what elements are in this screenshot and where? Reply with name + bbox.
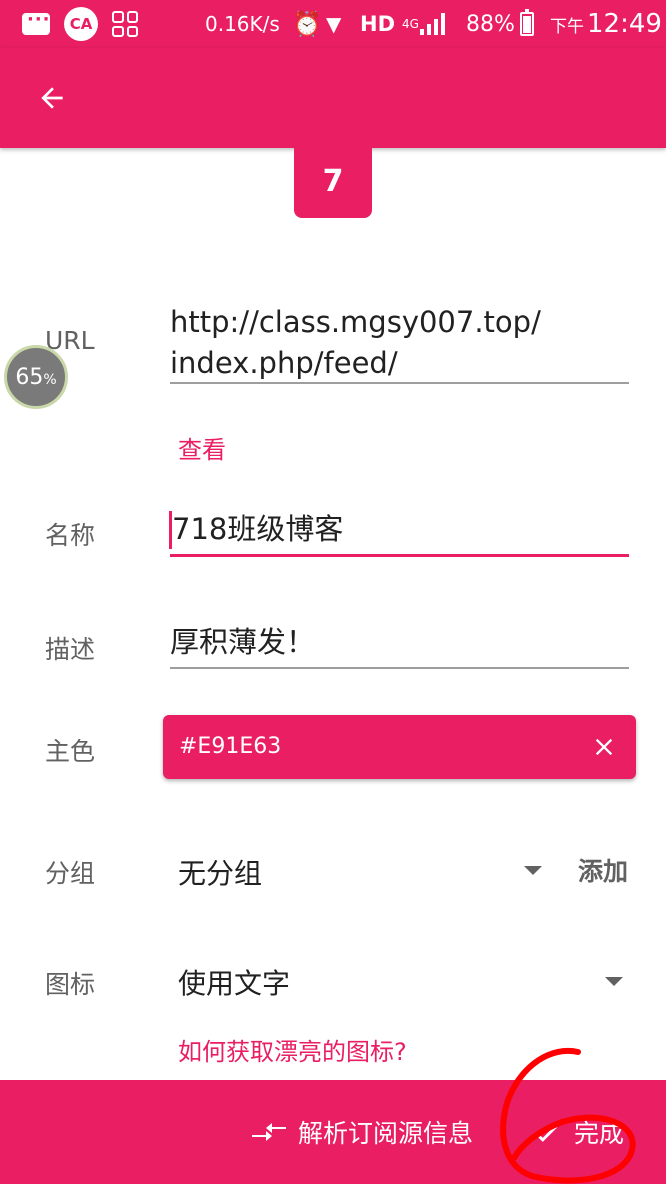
description-input[interactable]: 厚积薄发！ xyxy=(170,622,315,663)
done-button[interactable]: 完成 xyxy=(530,1080,624,1184)
icon-help-link[interactable]: 如何获取漂亮的图标? xyxy=(178,1032,407,1067)
bottom-bar: 解析订阅源信息 完成 xyxy=(0,1080,666,1184)
name-underline xyxy=(170,554,629,557)
app-notification-icon: CA xyxy=(64,0,98,48)
name-label: 名称 xyxy=(45,521,96,550)
clock-period: 下午 xyxy=(550,16,584,37)
clock-time: 12:49 xyxy=(587,9,662,39)
url-input[interactable]: http://class.mgsy007.top/ index.php/feed… xyxy=(170,302,541,384)
icon-label: 图标 xyxy=(45,970,96,999)
add-group-button[interactable]: 添加 xyxy=(578,852,628,888)
clear-color-button[interactable] xyxy=(586,729,622,765)
group-select[interactable]: 无分组 xyxy=(178,852,262,892)
color-label: 主色 xyxy=(45,737,96,766)
group-label: 分组 xyxy=(45,859,96,888)
hd-indicator: HD xyxy=(360,12,396,36)
arrow-left-icon xyxy=(41,87,63,109)
app-bar xyxy=(0,48,666,148)
check-icon xyxy=(534,1122,560,1142)
signal-icon xyxy=(420,0,445,48)
network-type: 4G xyxy=(402,17,419,31)
grid-app-icon xyxy=(112,0,138,48)
status-bar: CA 0.16K/s ⏰ ▼ HD 4G 88% 下午12:49 xyxy=(0,0,666,48)
url-line-1: http://class.mgsy007.top/ xyxy=(170,305,541,339)
color-picker-button[interactable]: #E91E63 xyxy=(163,715,636,779)
floating-speed-badge[interactable]: 65% xyxy=(4,345,68,409)
text-cursor xyxy=(169,511,172,549)
clock: 下午 12:49 xyxy=(550,0,662,48)
view-link[interactable]: 查看 xyxy=(178,430,226,465)
done-label: 完成 xyxy=(574,1119,625,1148)
back-button[interactable] xyxy=(28,74,76,122)
icon-dropdown-icon[interactable] xyxy=(605,977,623,986)
alarm-icon: ⏰ xyxy=(292,10,322,38)
speed-badge-unit: % xyxy=(43,372,57,388)
feed-icon-preview: 7 xyxy=(294,144,372,218)
message-notification-icon xyxy=(22,0,51,48)
url-underline xyxy=(170,382,629,384)
battery-percent: 88% xyxy=(466,11,515,37)
speed-badge-value: 65 xyxy=(15,364,44,390)
close-icon xyxy=(595,738,613,756)
parse-feed-label: 解析订阅源信息 xyxy=(298,1119,474,1148)
wifi-icon: ▼ xyxy=(326,12,342,36)
description-label: 描述 xyxy=(45,635,96,664)
parse-feed-button[interactable]: 解析订阅源信息 xyxy=(250,1080,473,1184)
network-speed: 0.16K/s xyxy=(205,12,280,36)
url-line-2: index.php/feed/ xyxy=(170,346,398,380)
color-value: #E91E63 xyxy=(179,734,282,759)
name-input[interactable]: 718班级博客 xyxy=(172,509,343,550)
group-dropdown-icon[interactable] xyxy=(524,866,542,875)
compare-arrows-icon xyxy=(252,1123,286,1141)
icon-select[interactable]: 使用文字 xyxy=(178,962,290,1002)
description-underline xyxy=(170,667,629,669)
battery-icon xyxy=(520,0,534,48)
